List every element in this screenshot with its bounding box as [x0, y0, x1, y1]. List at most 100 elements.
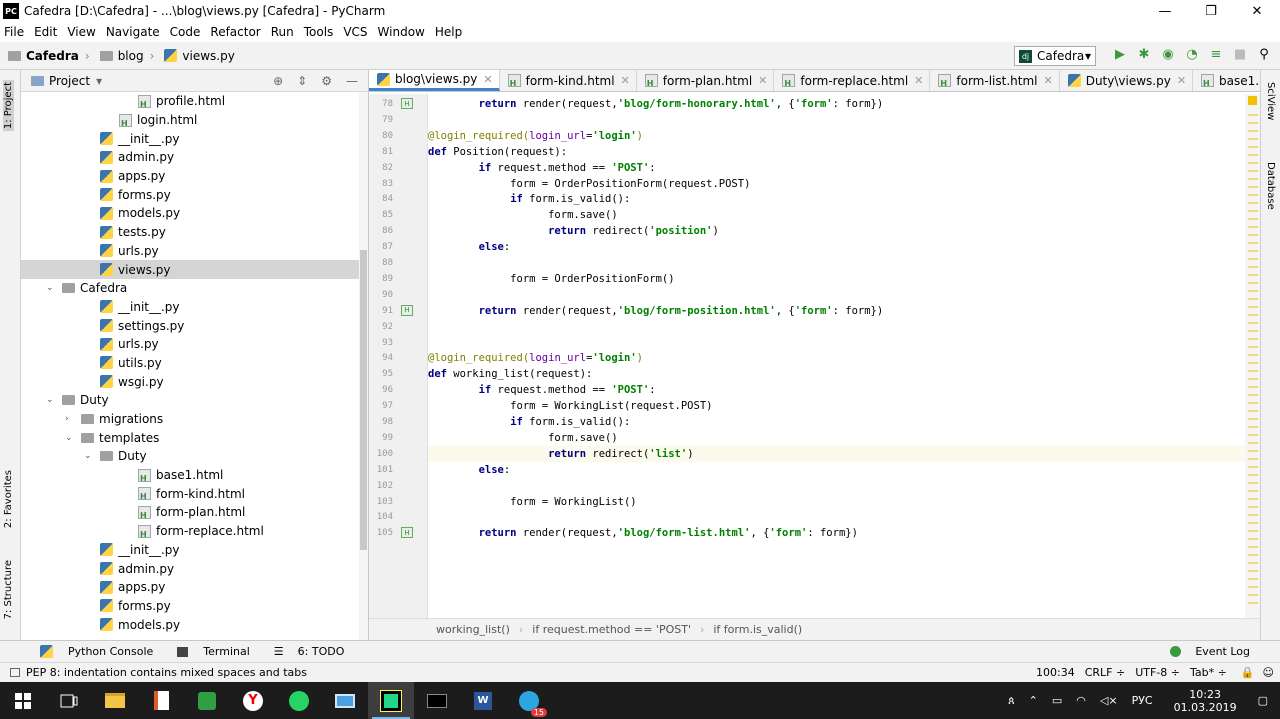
code-line[interactable]: @login_required(login_url='login') [428, 128, 1245, 144]
pycharm-taskbar-icon[interactable] [368, 682, 414, 719]
chevron-icon[interactable]: ⌄ [46, 395, 58, 405]
tree-item[interactable]: ⌄ Duty [21, 391, 368, 410]
tree-item[interactable]: __init__.py [21, 298, 368, 317]
menu-view[interactable]: View [67, 25, 95, 39]
code-line[interactable] [428, 255, 1245, 271]
minimize-button[interactable]: — [1142, 0, 1188, 22]
code-crumb[interactable]: working_list() [436, 623, 510, 636]
code-line[interactable] [428, 478, 1245, 494]
menu-navigate[interactable]: Navigate [106, 25, 160, 39]
html-template-gutter-icon[interactable]: H [401, 527, 413, 539]
tree-item[interactable]: form-replace.html [21, 522, 368, 541]
html-template-gutter-icon[interactable]: H [401, 98, 413, 109]
tree-item[interactable]: › migrations [21, 410, 368, 429]
menu-refactor[interactable]: Refactor [210, 25, 260, 39]
tree-item[interactable]: admin.py [21, 148, 368, 167]
close-icon[interactable]: ✕ [1043, 74, 1052, 87]
caret-position[interactable]: 100:34 [1036, 666, 1075, 679]
code-line[interactable] [428, 112, 1245, 128]
chevron-icon[interactable]: ⌄ [65, 433, 77, 443]
tree-item[interactable]: urls.py [21, 335, 368, 354]
code-line[interactable]: def Position(request): [428, 144, 1245, 160]
people-icon[interactable]: ጰ [1008, 694, 1015, 708]
notifications-icon[interactable]: ▢ [1258, 694, 1268, 707]
start-button[interactable] [0, 682, 46, 719]
code-line[interactable] [428, 509, 1245, 525]
tree-item[interactable]: __init__.py [21, 129, 368, 148]
editor-tab[interactable]: form-list.html ✕ [930, 70, 1060, 91]
tree-item[interactable]: admin.py [21, 559, 368, 578]
menu-tools[interactable]: Tools [304, 25, 334, 39]
code-line[interactable]: return render(request,'blog/form-list.ht… [428, 525, 1245, 541]
chevron-icon[interactable]: ⌄ [46, 283, 58, 293]
code-line[interactable]: def working_list(request): [428, 366, 1245, 382]
close-icon[interactable]: ✕ [483, 73, 492, 86]
code-crumb[interactable]: if request.method == 'POST' [532, 623, 691, 636]
menu-run[interactable]: Run [271, 25, 294, 39]
database-tool-tab[interactable]: Database [1265, 162, 1276, 210]
tree-item[interactable]: form-plan.html [21, 503, 368, 522]
editor-tab[interactable]: form-kind.html ✕ [500, 70, 637, 91]
close-icon[interactable]: ✕ [914, 74, 923, 87]
event-log-button[interactable]: Event Log [1160, 645, 1250, 658]
breadcrumb-root[interactable]: Cafedra › [8, 49, 96, 63]
volume-icon[interactable]: ◁× [1100, 694, 1118, 707]
code-line[interactable]: if request.method == 'POST': [428, 382, 1245, 398]
close-button[interactable]: ✕ [1234, 0, 1280, 22]
todo-button[interactable]: ☰ 6: TODO [264, 645, 345, 658]
hide-icon[interactable]: — [346, 74, 358, 88]
wifi-icon[interactable]: ◠ [1076, 694, 1086, 707]
lock-icon[interactable]: 🔒 [1241, 666, 1255, 679]
profile-icon[interactable]: ◔ [1184, 46, 1200, 62]
debug-icon[interactable]: ✱ [1136, 46, 1152, 62]
menu-code[interactable]: Code [170, 25, 201, 39]
stop-icon[interactable]: ■ [1232, 46, 1248, 62]
chevron-up-icon[interactable]: ⌃ [1029, 694, 1038, 707]
code-area[interactable]: return render(request,'blog/form-honorar… [428, 94, 1245, 618]
document-app-icon[interactable] [138, 682, 184, 719]
gear-icon[interactable]: ⚙ [321, 74, 332, 88]
maximize-button[interactable]: ❐ [1188, 0, 1234, 22]
code-line[interactable] [428, 319, 1245, 335]
tree-item[interactable]: forms.py [21, 185, 368, 204]
code-line[interactable]: return redirect('position') [428, 223, 1245, 239]
code-line[interactable]: return render(request,'blog/form-positio… [428, 303, 1245, 319]
code-line[interactable]: @login_required(login_url='login') [428, 350, 1245, 366]
collapse-all-icon[interactable]: ⇕ [297, 74, 307, 88]
tree-item[interactable]: forms.py [21, 597, 368, 616]
locate-icon[interactable]: ⊕ [273, 74, 283, 88]
battery-icon[interactable]: ▭ [1052, 694, 1062, 707]
sciview-tool-tab[interactable]: SciView [1265, 82, 1276, 120]
search-icon[interactable]: ⚲ [1256, 46, 1272, 62]
menu-window[interactable]: Window [378, 25, 425, 39]
tree-item[interactable]: utils.py [21, 354, 368, 373]
concurrency-icon[interactable]: ≡ [1208, 46, 1224, 62]
monitor-app-icon[interactable] [322, 682, 368, 719]
tree-item[interactable]: form-kind.html [21, 484, 368, 503]
tree-item[interactable]: models.py [21, 615, 368, 634]
html-template-gutter-icon[interactable]: H [401, 304, 413, 316]
word-icon[interactable]: W [460, 682, 506, 719]
close-icon[interactable]: ✕ [621, 74, 630, 87]
tree-item[interactable]: ⌄ Duty [21, 447, 368, 466]
layout-icon[interactable] [10, 668, 20, 677]
code-line[interactable]: else: [428, 462, 1245, 478]
task-view-icon[interactable] [46, 682, 92, 719]
breadcrumb-file[interactable]: views.py [164, 49, 235, 63]
python-console-button[interactable]: Python Console [30, 645, 153, 658]
run-configuration-select[interactable]: dj Cafedra ▾ [1014, 46, 1096, 66]
coverage-icon[interactable]: ◉ [1160, 46, 1176, 62]
file-encoding[interactable]: UTF-8 ÷ [1135, 666, 1180, 679]
editor-tab[interactable]: Duty\views.py ✕ [1060, 70, 1194, 91]
code-line[interactable]: return render(request,'blog/form-honorar… [428, 96, 1245, 112]
line-separator[interactable]: CRLF ÷ [1085, 666, 1126, 679]
tree-item[interactable]: login.html [21, 111, 368, 130]
run-icon[interactable]: ▶ [1112, 46, 1128, 62]
tree-item[interactable]: urls.py [21, 242, 368, 261]
warning-marker-icon[interactable] [1248, 96, 1257, 105]
code-line[interactable]: form = OrderPositionForm(request.POST) [428, 176, 1245, 192]
yandex-browser-icon[interactable]: Y [230, 682, 276, 719]
code-line[interactable]: form.save() [428, 207, 1245, 223]
telegram-icon[interactable]: 15 [506, 682, 552, 719]
code-crumb[interactable]: if form.is_valid() [713, 623, 802, 636]
